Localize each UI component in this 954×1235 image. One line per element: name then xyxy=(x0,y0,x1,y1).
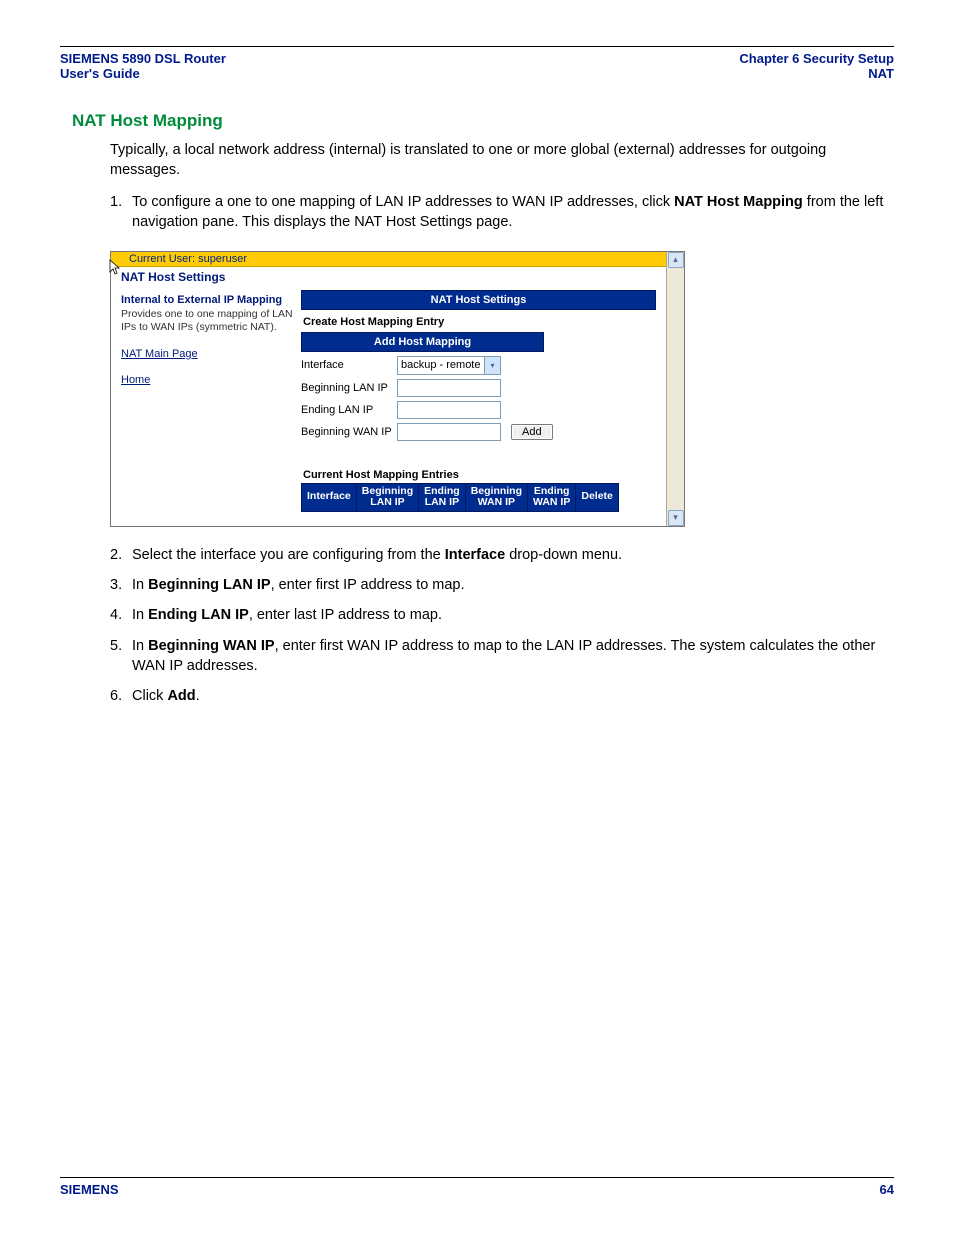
step-list: 1. To configure a one to one mapping of … xyxy=(110,192,894,233)
th-beginning-lan-ip: BeginningLAN IP xyxy=(356,483,418,511)
step-6: 6. Click Add. xyxy=(110,686,894,706)
th-ending-wan-ip: EndingWAN IP xyxy=(528,483,576,511)
intro-paragraph: Typically, a local network address (inte… xyxy=(110,141,894,180)
label-beginning-wan-ip: Beginning WAN IP xyxy=(301,426,397,438)
entries-table: Interface BeginningLAN IP EndingLAN IP B… xyxy=(301,483,619,512)
header-product: SIEMENS 5890 DSL Router xyxy=(60,51,226,66)
sidebar-heading: Internal to External IP Mapping xyxy=(121,294,293,306)
th-interface: Interface xyxy=(302,483,357,511)
create-entry-heading: Create Host Mapping Entry xyxy=(303,316,656,328)
step-1: 1. To configure a one to one mapping of … xyxy=(110,192,894,233)
nav-home[interactable]: Home xyxy=(121,374,293,386)
interface-dropdown[interactable]: backup - remote ▾ xyxy=(397,356,501,375)
step-2: 2. Select the interface you are configur… xyxy=(110,545,894,565)
current-user-bar: Current User: superuser xyxy=(111,252,666,267)
page-header: SIEMENS 5890 DSL Router User's Guide Cha… xyxy=(60,51,894,81)
screenshot-sidebar: Internal to External IP Mapping Provides… xyxy=(111,290,301,512)
th-delete: Delete xyxy=(576,483,619,511)
step-4: 4. In Ending LAN IP, enter last IP addre… xyxy=(110,605,894,625)
chevron-down-icon: ▾ xyxy=(484,357,500,374)
input-beginning-lan-ip[interactable] xyxy=(397,379,501,397)
header-section: NAT xyxy=(739,66,894,81)
footer-brand: SIEMENS xyxy=(60,1182,119,1197)
entries-heading: Current Host Mapping Entries xyxy=(303,469,656,481)
scroll-up-icon[interactable]: ▴ xyxy=(668,252,684,268)
add-button[interactable]: Add xyxy=(511,424,553,440)
add-mapping-bar: Add Host Mapping xyxy=(301,332,544,352)
screenshot-title: NAT Host Settings xyxy=(111,267,666,290)
header-guide: User's Guide xyxy=(60,66,226,81)
footer-page-number: 64 xyxy=(880,1182,894,1197)
settings-bar: NAT Host Settings xyxy=(301,290,656,310)
section-title: NAT Host Mapping xyxy=(72,111,894,131)
nav-nat-main[interactable]: NAT Main Page xyxy=(121,348,293,360)
input-ending-lan-ip[interactable] xyxy=(397,401,501,419)
step-5: 5. In Beginning WAN IP, enter first WAN … xyxy=(110,636,894,677)
label-interface: Interface xyxy=(301,359,397,371)
input-beginning-wan-ip[interactable] xyxy=(397,423,501,441)
scroll-down-icon[interactable]: ▾ xyxy=(668,510,684,526)
step-3: 3. In Beginning LAN IP, enter first IP a… xyxy=(110,575,894,595)
page-footer: SIEMENS 64 xyxy=(60,1171,894,1197)
th-ending-lan-ip: EndingLAN IP xyxy=(419,483,466,511)
label-beginning-lan-ip: Beginning LAN IP xyxy=(301,382,397,394)
th-beginning-wan-ip: BeginningWAN IP xyxy=(465,483,527,511)
scrollbar[interactable]: ▴ ▾ xyxy=(666,252,684,526)
label-ending-lan-ip: Ending LAN IP xyxy=(301,404,397,416)
header-chapter: Chapter 6 Security Setup xyxy=(739,51,894,66)
step-list-continued: 2. Select the interface you are configur… xyxy=(110,545,894,707)
sidebar-description: Provides one to one mapping of LAN IPs t… xyxy=(121,308,293,334)
embedded-screenshot: Current User: superuser NAT Host Setting… xyxy=(110,251,685,527)
